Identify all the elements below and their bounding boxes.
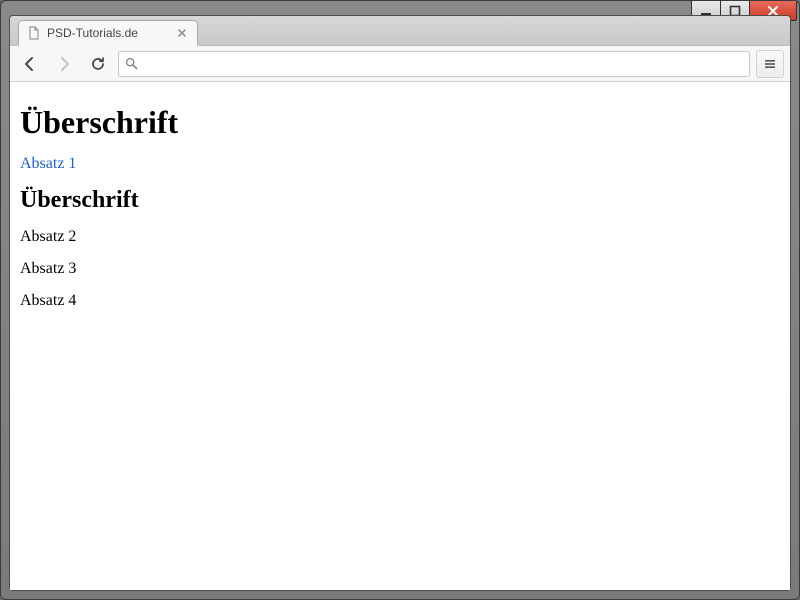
reload-button[interactable] — [84, 50, 112, 78]
arrow-right-icon — [55, 55, 73, 73]
back-button[interactable] — [16, 50, 44, 78]
close-icon — [177, 28, 187, 38]
paragraph-2: Absatz 2 — [20, 228, 780, 246]
paragraph-1-link[interactable]: Absatz 1 — [20, 155, 780, 173]
url-input[interactable] — [144, 52, 743, 76]
page-viewport[interactable]: Überschrift Absatz 1 Überschrift Absatz … — [10, 82, 790, 590]
os-window: PSD-Tutorials.de — [0, 0, 800, 600]
tabstrip: PSD-Tutorials.de — [10, 16, 790, 46]
tab-close-button[interactable] — [175, 26, 189, 40]
tab-title: PSD-Tutorials.de — [47, 26, 169, 40]
browser-tab[interactable]: PSD-Tutorials.de — [18, 20, 198, 46]
paragraph-4: Absatz 4 — [20, 292, 780, 310]
address-bar[interactable] — [118, 51, 750, 77]
forward-button[interactable] — [50, 50, 78, 78]
page-favicon-icon — [27, 26, 41, 40]
search-icon — [125, 57, 138, 70]
reload-icon — [90, 56, 106, 72]
paragraph-3: Absatz 3 — [20, 260, 780, 278]
browser-frame: PSD-Tutorials.de — [9, 15, 791, 591]
heading-2: Überschrift — [20, 187, 780, 214]
arrow-left-icon — [21, 55, 39, 73]
heading-1: Überschrift — [20, 104, 780, 141]
hamburger-icon — [763, 57, 777, 71]
browser-toolbar — [10, 46, 790, 82]
chrome-menu-button[interactable] — [756, 50, 784, 78]
page-content: Überschrift Absatz 1 Überschrift Absatz … — [10, 82, 790, 334]
